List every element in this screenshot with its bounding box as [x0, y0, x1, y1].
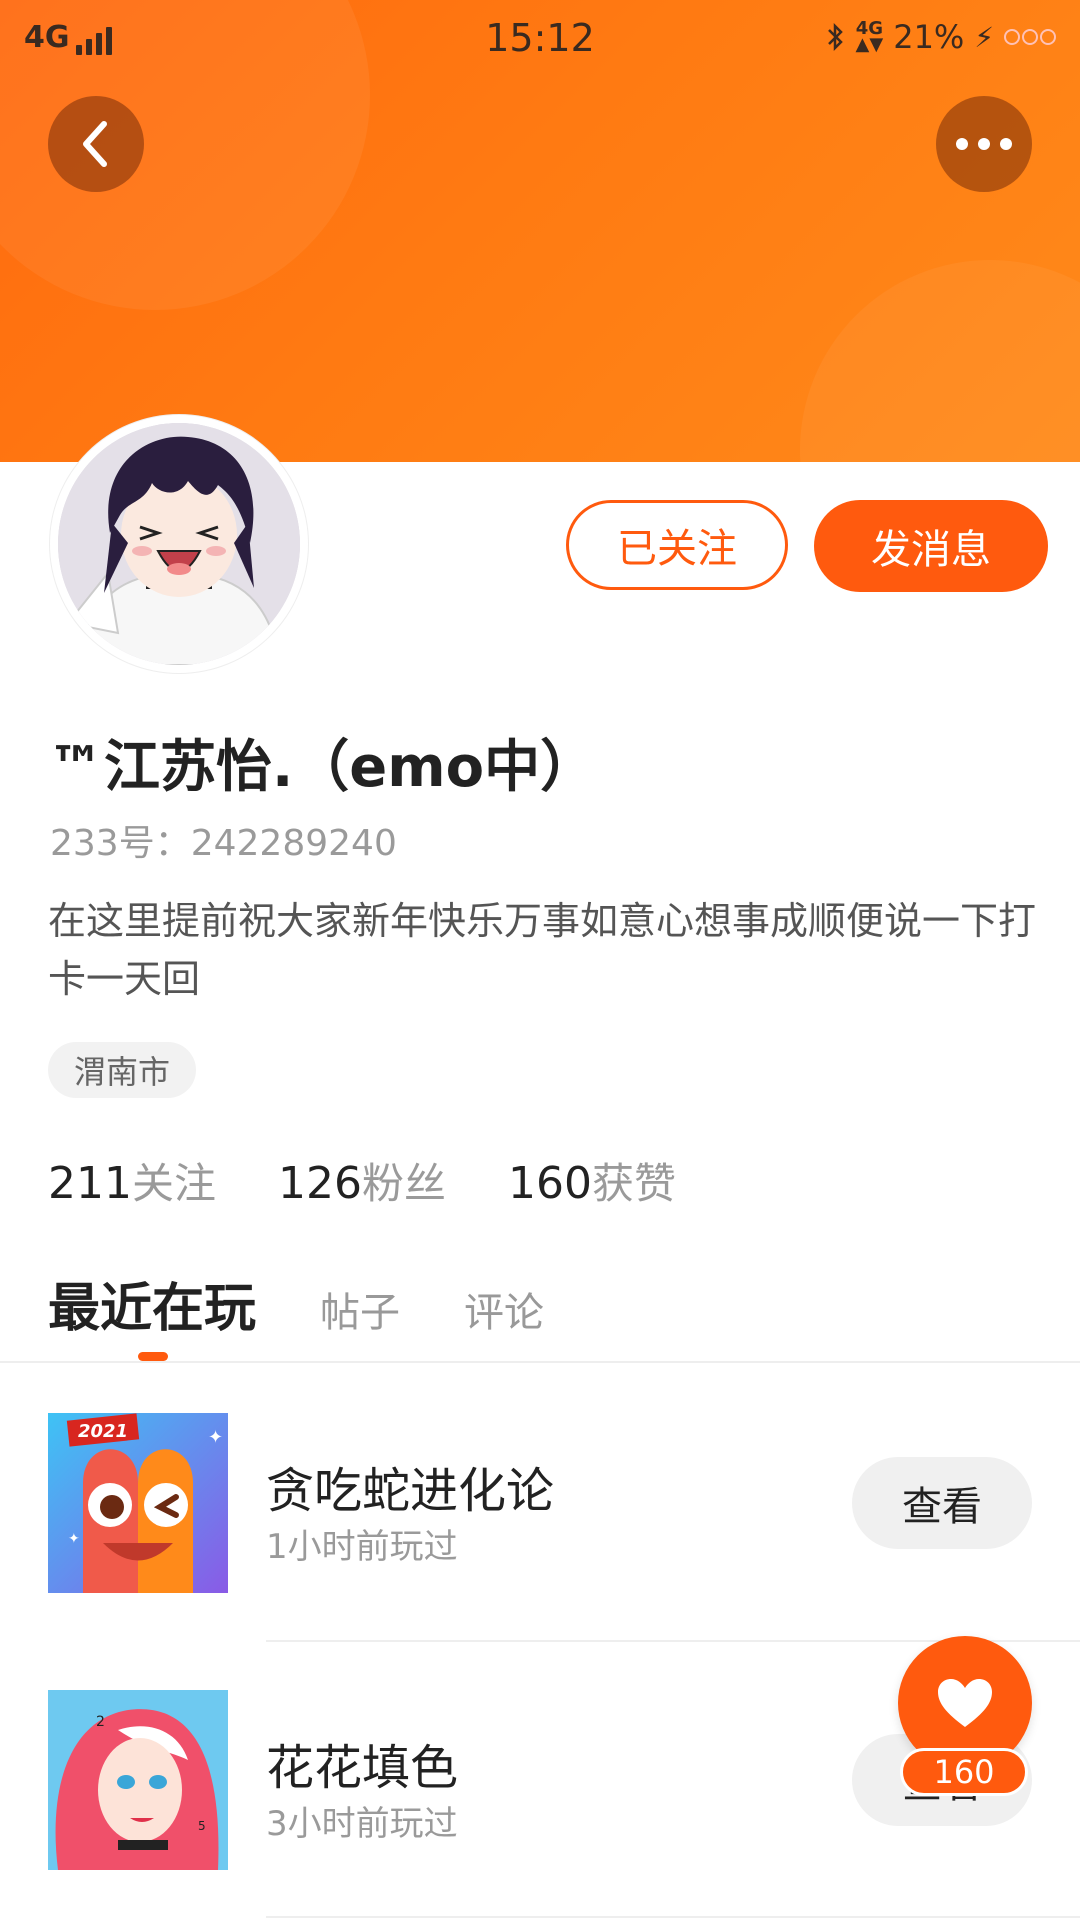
- game-icon-snake: 2021 ✦ ✦: [48, 1413, 228, 1593]
- bluetooth-icon: [827, 22, 843, 52]
- status-right: 4G ▲▼ 21% ⚡: [826, 18, 1056, 56]
- svg-text:✦: ✦: [68, 1531, 80, 1547]
- avatar[interactable]: [50, 415, 308, 673]
- active-tab-indicator: [138, 1352, 168, 1361]
- stat-label: 粉丝: [361, 1159, 446, 1208]
- stat-following[interactable]: 211 关注: [48, 1150, 216, 1211]
- game-played-time: 3小时前玩过: [266, 1804, 458, 1844]
- svg-text:2: 2: [96, 1714, 105, 1730]
- profile-name: ™江苏怡.（emo中）: [48, 735, 597, 800]
- profile-tabs: 最近在玩 帖子 评论: [48, 1266, 544, 1341]
- svg-text:✦: ✦: [208, 1427, 223, 1448]
- stat-likes[interactable]: 160 获赞: [508, 1150, 676, 1211]
- stat-followers[interactable]: 126 粉丝: [278, 1150, 446, 1211]
- divider: [0, 1361, 1080, 1363]
- view-game-button[interactable]: 查看: [852, 1457, 1032, 1549]
- banner-decoration: [800, 260, 1080, 462]
- location-tag: 渭南市: [48, 1042, 197, 1098]
- more-button[interactable]: [936, 96, 1032, 192]
- send-message-button[interactable]: 发消息: [814, 500, 1048, 592]
- heart-icon: [938, 1679, 992, 1727]
- game-played-time: 1小时前玩过: [266, 1527, 458, 1567]
- more-horizontal-icon: [956, 138, 1012, 150]
- game-icon-coloring: 2 5: [48, 1690, 228, 1870]
- divider: [266, 1916, 1080, 1918]
- profile-id: 233号：242289240: [50, 823, 397, 864]
- stat-label: 获赞: [591, 1159, 676, 1208]
- profile-bio: 在这里提前祝大家新年快乐万事如意心想事成顺便说一下打卡一天回: [48, 899, 1037, 1001]
- stat-value: 211: [48, 1158, 132, 1209]
- followed-button[interactable]: 已关注: [566, 500, 788, 590]
- svg-text:2021: 2021: [78, 1421, 128, 1442]
- status-bar: 4G 15:12 4G ▲▼ 21% ⚡: [0, 0, 1080, 76]
- tab-comments[interactable]: 评论: [464, 1280, 544, 1338]
- like-count-badge: 160: [900, 1748, 1028, 1796]
- network-4g-indicator: 4G ▲▼: [855, 18, 884, 55]
- back-button[interactable]: [48, 96, 144, 192]
- stat-value: 126: [278, 1158, 362, 1209]
- profile-stats: 211 关注 126 粉丝 160 获赞: [48, 1150, 676, 1211]
- tab-recently-played[interactable]: 最近在玩: [48, 1266, 256, 1341]
- tab-posts[interactable]: 帖子: [320, 1280, 400, 1338]
- charging-icon: ⚡: [974, 20, 994, 54]
- battery-percent: 21%: [893, 18, 965, 56]
- svg-text:5: 5: [198, 1819, 206, 1833]
- list-item[interactable]: 2021 ✦ ✦ 贪吃蛇进化论 1小时前玩过 查看: [0, 1413, 1080, 1691]
- battery-icon: [1004, 29, 1056, 45]
- stat-label: 关注: [131, 1159, 216, 1208]
- game-title: 贪吃蛇进化论: [266, 1463, 555, 1519]
- avatar-image: [58, 423, 300, 665]
- game-title: 花花填色: [266, 1740, 459, 1796]
- chevron-left-icon: [83, 121, 107, 167]
- stat-value: 160: [508, 1158, 592, 1209]
